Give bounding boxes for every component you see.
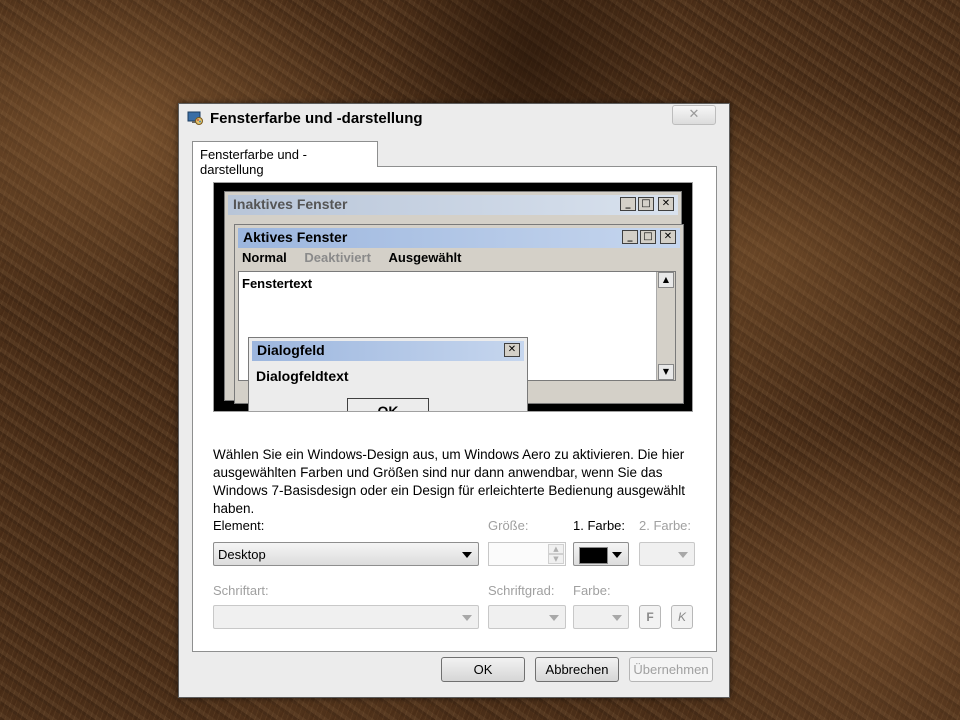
close-icon: ✕ [504, 343, 520, 357]
color1-label: 1. Farbe: [573, 518, 626, 533]
minimize-icon: _ [620, 197, 636, 211]
chevron-down-icon [549, 615, 559, 621]
chevron-down-icon [612, 615, 622, 621]
font-size-label: Schriftgrad: [488, 583, 555, 598]
tab-window-color[interactable]: Fensterfarbe und -darstellung [192, 141, 378, 177]
close-button[interactable]: ✕ [672, 105, 716, 125]
dialog-preview-text: Dialogfeldtext [256, 368, 349, 384]
font-color-picker[interactable] [573, 605, 629, 629]
dialog-preview-ok-button[interactable]: OK [347, 398, 429, 411]
scroll-down-icon: ▼ [658, 364, 674, 380]
active-window-title: Aktives Fenster [243, 229, 348, 245]
color1-swatch [579, 547, 608, 564]
italic-button[interactable]: K [671, 605, 693, 629]
inactive-titlebar[interactable]: Inaktives Fenster _ □ ✕ [228, 195, 678, 215]
aero-description: Wählen Sie ein Windows-Design aus, um Wi… [213, 447, 686, 516]
font-label: Schriftart: [213, 583, 269, 598]
close-icon: ✕ [688, 107, 700, 122]
window-color-dialog: Fensterfarbe und -darstellung ✕ Fensterf… [178, 103, 730, 698]
chevron-down-icon [678, 552, 688, 558]
element-select[interactable]: Desktop [213, 542, 479, 566]
monitor-palette-icon [187, 111, 203, 125]
menu-normal[interactable]: Normal [242, 250, 287, 265]
minimize-icon: _ [622, 230, 638, 244]
chevron-down-icon [462, 615, 472, 621]
chevron-down-icon [612, 552, 622, 558]
dialog-title: Fensterfarbe und -darstellung [210, 110, 423, 127]
dialog-preview-title: Dialogfeld [257, 342, 325, 358]
menu-selected[interactable]: Ausgewählt [389, 250, 462, 265]
maximize-icon: □ [640, 230, 656, 244]
size-spinner[interactable]: ▲ ▼ [488, 542, 566, 566]
spin-up-icon: ▲ [548, 544, 564, 554]
menu-disabled[interactable]: Deaktiviert [304, 250, 370, 265]
chevron-down-icon [462, 552, 472, 558]
inactive-window-title: Inaktives Fenster [233, 196, 348, 212]
color2-label: 2. Farbe: [639, 518, 692, 533]
tab-panel: Inaktives Fenster _ □ ✕ Aktives Fenster … [192, 166, 717, 652]
font-select[interactable] [213, 605, 479, 629]
preview-scrollbar[interactable]: ▲ ▼ [656, 272, 675, 380]
apply-button[interactable]: Übernehmen [629, 657, 713, 682]
font-size-select[interactable] [488, 605, 566, 629]
maximize-icon: □ [638, 197, 654, 211]
size-label: Größe: [488, 518, 529, 533]
element-label: Element: [213, 518, 265, 533]
preview-menubar: Normal Deaktiviert Ausgewählt [238, 250, 472, 268]
spin-down-icon: ▼ [548, 554, 564, 564]
close-icon: ✕ [660, 230, 676, 244]
font-color-label: Farbe: [573, 583, 611, 598]
scroll-up-icon: ▲ [658, 272, 674, 288]
dialog-preview-titlebar[interactable]: Dialogfeld ✕ [252, 341, 524, 361]
element-value: Desktop [218, 547, 266, 562]
active-titlebar[interactable]: Aktives Fenster _ □ ✕ [238, 228, 680, 248]
bold-button[interactable]: F [639, 605, 661, 629]
appearance-preview[interactable]: Inaktives Fenster _ □ ✕ Aktives Fenster … [213, 182, 693, 412]
ok-button[interactable]: OK [441, 657, 525, 682]
color2-picker[interactable] [639, 542, 695, 566]
cancel-button[interactable]: Abbrechen [535, 657, 619, 682]
close-icon: ✕ [658, 197, 674, 211]
dialog-preview[interactable]: Dialogfeld ✕ Dialogfeldtext OK [248, 337, 528, 411]
window-text: Fenstertext [242, 276, 313, 291]
color1-picker[interactable] [573, 542, 629, 566]
